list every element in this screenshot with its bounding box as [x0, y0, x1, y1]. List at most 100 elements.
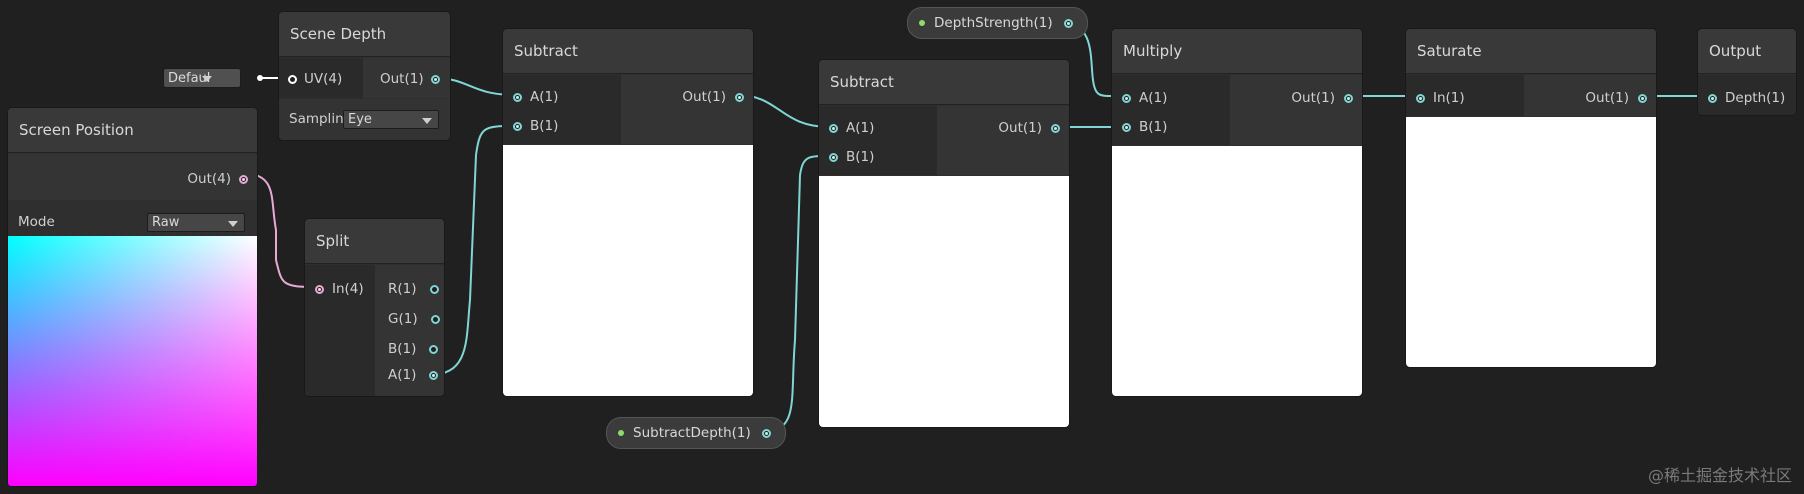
port-icon [1122, 122, 1131, 132]
port-label: Out(1) [1291, 90, 1335, 106]
port-in-a[interactable]: A(1) [1122, 90, 1167, 106]
port-icon [513, 92, 522, 102]
port-label: B(1) [1139, 119, 1168, 135]
port-in-a[interactable]: A(1) [829, 120, 874, 136]
output-column [937, 106, 1069, 175]
port-label: Out(4) [187, 171, 231, 187]
port-icon [1064, 19, 1073, 28]
port-icon [1416, 93, 1425, 103]
uv-default-dropdown[interactable]: Defaul [163, 68, 241, 88]
port-icon [429, 370, 439, 380]
port-out-a[interactable]: A(1) [388, 367, 439, 383]
preview-image [1406, 117, 1656, 367]
node-title: Split [305, 219, 444, 264]
split-node[interactable]: Split In(4) R(1) G(1) B(1) A(1) [305, 219, 444, 396]
port-out[interactable]: Out(1) [998, 120, 1060, 136]
node-title: Subtract [503, 29, 753, 74]
sampling-label: Samplin [289, 111, 344, 127]
property-label: DepthStrength(1) [934, 15, 1053, 31]
port-icon [430, 314, 440, 324]
port-icon [1638, 93, 1647, 103]
port-label: B(1) [530, 118, 559, 134]
port-in-a[interactable]: A(1) [513, 89, 558, 105]
port-icon [513, 121, 522, 131]
port-uv-in[interactable]: UV(4) [288, 71, 342, 87]
sampling-value: Eye [348, 112, 372, 127]
watermark-text: @稀土掘金技术社区 [1647, 466, 1792, 485]
port-icon [239, 174, 248, 184]
port-in-b[interactable]: B(1) [513, 118, 558, 134]
port-label: In(4) [332, 281, 364, 297]
property-dot-icon [919, 20, 925, 26]
port-label: G(1) [388, 311, 418, 327]
property-label: SubtractDepth(1) [633, 425, 751, 441]
port-icon [430, 74, 440, 84]
port-in-depth[interactable]: Depth(1) [1708, 90, 1785, 106]
port-icon [762, 429, 771, 438]
depth-strength-property[interactable]: DepthStrength(1) [907, 7, 1088, 39]
port-label: Out(1) [998, 120, 1042, 136]
port-label: Out(1) [682, 89, 726, 105]
chevron-down-icon [228, 220, 238, 227]
sampling-dropdown[interactable]: Eye [343, 110, 439, 129]
port-icon [429, 344, 439, 354]
port-label: B(1) [846, 149, 875, 165]
node-title: Subtract [819, 60, 1069, 105]
output-column [621, 75, 753, 144]
output-node[interactable]: Output Depth(1) [1698, 29, 1796, 115]
port-icon [429, 284, 439, 294]
port-label: In(1) [1433, 90, 1465, 106]
port-icon [829, 123, 838, 133]
saturate-node[interactable]: Saturate In(1) Out(1) [1406, 29, 1656, 367]
mode-value: Raw [152, 215, 180, 230]
port-label: A(1) [388, 367, 417, 383]
node-title: Saturate [1406, 29, 1656, 74]
port-in-b[interactable]: B(1) [829, 149, 874, 165]
uv-default-port[interactable] [257, 75, 263, 81]
mode-dropdown[interactable]: Raw [147, 213, 245, 232]
port-icon [1122, 93, 1131, 103]
port-out[interactable]: Out(1) [1585, 90, 1647, 106]
port-label: Depth(1) [1725, 90, 1786, 106]
port-out[interactable]: Out(1) [682, 89, 744, 105]
subtract-node-1[interactable]: Subtract A(1) B(1) Out(1) [503, 29, 753, 396]
port-label: R(1) [388, 281, 417, 297]
property-dot-icon [618, 430, 624, 436]
node-title: Scene Depth [279, 12, 450, 57]
port-icon [288, 74, 297, 84]
port-icon [315, 284, 324, 294]
port-label: B(1) [388, 341, 417, 357]
port-label: A(1) [530, 89, 559, 105]
port-icon [1708, 93, 1717, 103]
preview-image [503, 145, 753, 396]
port-icon [829, 152, 838, 162]
node-title: Output [1698, 29, 1796, 74]
mode-label: Mode [18, 214, 55, 230]
screen-position-node[interactable]: Screen Position Out(4) Mode Raw [8, 108, 257, 486]
port-label: UV(4) [304, 71, 343, 87]
port-label: A(1) [846, 120, 875, 136]
color-preview [8, 236, 257, 486]
port-out-g[interactable]: G(1) [388, 311, 440, 327]
node-title: Multiply [1112, 29, 1362, 74]
output-column [1230, 75, 1362, 145]
subtract-node-2[interactable]: Subtract A(1) B(1) Out(1) [819, 60, 1069, 427]
port-in[interactable]: In(1) [1416, 90, 1465, 106]
port-label: Out(1) [380, 71, 424, 87]
port-icon [735, 92, 744, 102]
port-out[interactable]: Out(1) [380, 71, 440, 87]
port-out[interactable]: Out(4) [187, 171, 248, 187]
node-title: Screen Position [8, 108, 257, 153]
port-out[interactable]: Out(1) [1291, 90, 1353, 106]
subtract-depth-property[interactable]: SubtractDepth(1) [606, 417, 786, 449]
multiply-node[interactable]: Multiply A(1) B(1) Out(1) [1112, 29, 1362, 396]
chevron-down-icon [202, 76, 212, 82]
scene-depth-node[interactable]: Scene Depth UV(4) Out(1) Samplin Eye [279, 12, 450, 140]
port-icon [1051, 123, 1060, 133]
port-out-r[interactable]: R(1) [388, 281, 439, 297]
port-out-b[interactable]: B(1) [388, 341, 439, 357]
port-in-b[interactable]: B(1) [1122, 119, 1167, 135]
port-in[interactable]: In(4) [315, 281, 364, 297]
chevron-down-icon [422, 117, 432, 124]
port-label: A(1) [1139, 90, 1168, 106]
